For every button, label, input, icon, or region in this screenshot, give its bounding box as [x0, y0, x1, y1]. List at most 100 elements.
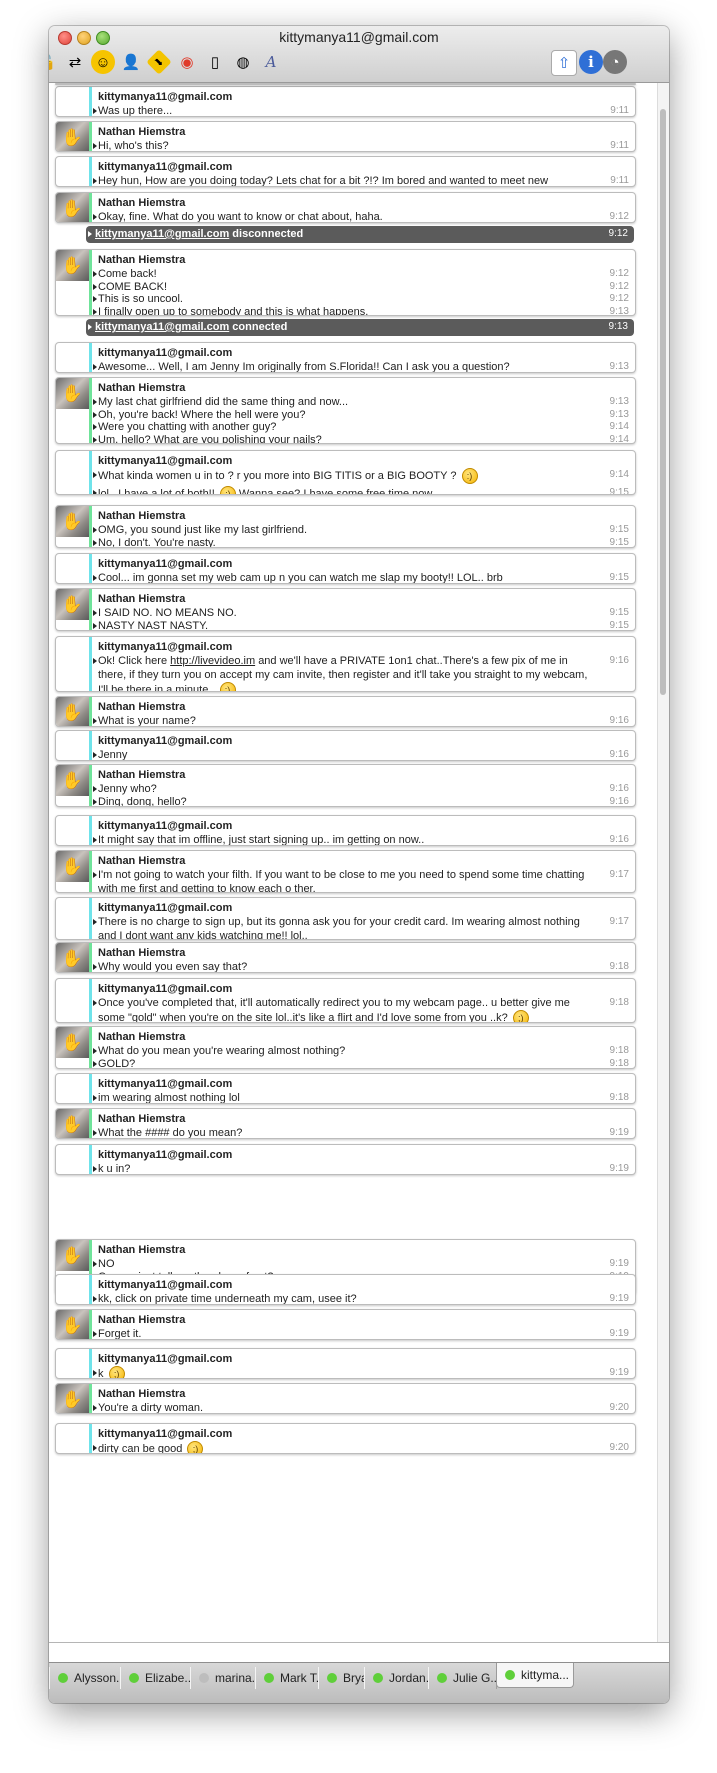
tab-label: kittyma... — [521, 1668, 570, 1682]
sender-name: kittymanya11@gmail.com — [98, 1353, 233, 1365]
message-line: What kinda women u in to ? r you more in… — [93, 468, 629, 484]
status-user-link[interactable]: kittymanya11@gmail.com — [95, 321, 229, 333]
message-line: k u in? 9:19 — [93, 1162, 629, 1174]
info-icon[interactable]: i — [579, 50, 603, 74]
tab-bryan[interactable]: Bryan — [318, 1667, 365, 1689]
message-text-part: Come back! — [98, 268, 157, 280]
tab-julieg[interactable]: Julie G... — [428, 1667, 497, 1689]
message-kitty: kittymanya11@gmail.com dirty can be good … — [55, 1423, 636, 1454]
sender-name: Nathan Hiemstra — [98, 510, 186, 522]
message-link[interactable]: http://livevideo.im — [170, 655, 255, 667]
tab-alysson[interactable]: Alysson... — [49, 1667, 121, 1689]
status-dot-icon — [437, 1673, 447, 1683]
avatar[interactable]: ✋ — [56, 1310, 89, 1339]
tab-label: Elizabe... — [145, 1671, 191, 1685]
direction-sign-icon[interactable]: ➦ — [146, 49, 172, 75]
message-text-part: I finally open up to somebody and this i… — [98, 305, 369, 316]
message-text-part: GOLD? — [98, 1057, 136, 1069]
message-text-part: My last chat girlfriend did the same thi… — [98, 396, 349, 408]
message-timestamp: 9:18 — [609, 1045, 629, 1056]
message-text-part: dirty can be good — [98, 1442, 183, 1454]
signpost-icon[interactable]: ⇄ — [63, 50, 87, 74]
share-upload-icon[interactable]: ⇧ — [551, 50, 577, 76]
sender-name: Nathan Hiemstra — [98, 254, 186, 266]
avatar[interactable]: ✋ — [56, 84, 89, 85]
scrollbar[interactable] — [657, 83, 669, 1680]
message-text: im wearing almost nothing lol — [98, 1091, 629, 1103]
message-line: dirty can be good ;) 9:20 — [93, 1441, 629, 1454]
scrollbar-thumb[interactable] — [660, 109, 666, 695]
block-user-icon[interactable]: 👤 — [119, 50, 143, 74]
message-timestamp: 9:11 — [610, 105, 629, 116]
tab-label: Alysson... — [74, 1671, 121, 1685]
message-kitty: kittymanya11@gmail.com There is no charge… — [55, 897, 636, 940]
message-timestamp: 9:11 — [610, 175, 629, 186]
avatar[interactable]: ✋ — [56, 378, 89, 409]
message-text-part: kk, click on private time underneath my … — [98, 1293, 357, 1305]
message-text-part: COME BACK! — [98, 280, 168, 293]
chrome-icon[interactable]: ◉ — [175, 50, 199, 74]
message-timestamp: 9:17 — [609, 916, 629, 927]
sender-name: kittymanya11@gmail.com — [98, 641, 233, 653]
tab-marina[interactable]: marina... — [190, 1667, 256, 1689]
message-timestamp: 9:15 — [609, 607, 629, 618]
tab-jordan[interactable]: Jordan... — [364, 1667, 429, 1689]
sender-color-bar — [89, 1310, 92, 1339]
activity-icon[interactable]: ◔ — [603, 50, 627, 74]
status-label: connected — [232, 321, 288, 333]
message-timestamp: 9:15 — [609, 619, 629, 631]
smiley-icon[interactable]: ☺ — [91, 50, 115, 74]
message-text-part: It might say that im offline, just start… — [98, 834, 425, 846]
avatar[interactable]: ✋ — [56, 1240, 89, 1271]
wink-emoji-icon: ;) — [512, 1010, 529, 1022]
smile-emoji-icon: :) — [461, 468, 478, 484]
font-icon[interactable]: A — [259, 50, 283, 74]
message-text-part: Hi, who's this? — [98, 140, 169, 152]
avatar[interactable]: ✋ — [56, 1109, 89, 1138]
avatar[interactable]: ✋ — [56, 1384, 89, 1413]
message-text: What kinda women u in to ? r you more in… — [98, 468, 629, 484]
tab-elizabe[interactable]: Elizabe... — [120, 1667, 191, 1689]
sender-name: kittymanya11@gmail.com — [98, 1149, 233, 1161]
avatar[interactable]: ✋ — [56, 193, 89, 222]
sender-name: Nathan Hiemstra — [98, 1314, 186, 1326]
message-timestamp: 9:18 — [609, 961, 629, 972]
message-input[interactable] — [49, 1642, 669, 1663]
color-wheel-icon[interactable]: ◍ — [231, 50, 255, 74]
message-line: Ok! Click here http://livevideo.im and w… — [93, 654, 629, 691]
message-text-part: Hey hun, How are you doing today? Lets c… — [98, 175, 549, 187]
sender-name: kittymanya11@gmail.com — [98, 735, 233, 747]
status-user-link[interactable]: kittymanya11@gmail.com — [95, 228, 229, 240]
message-timestamp: 9:11 — [610, 140, 629, 151]
avatar[interactable]: ✋ — [56, 851, 89, 882]
message-text-part: There is no charge to sign up, but its g… — [98, 916, 580, 940]
message-timestamp: 9:19 — [609, 1163, 629, 1174]
message-line: im wearing almost nothing lol 9:18 — [93, 1091, 629, 1103]
avatar[interactable]: ✋ — [56, 765, 89, 796]
wink-emoji-icon: ;) — [219, 682, 236, 691]
sender-name: Nathan Hiemstra — [98, 1031, 186, 1043]
unlock-icon[interactable]: 🔓 — [49, 50, 59, 74]
avatar[interactable]: ✋ — [56, 589, 89, 620]
avatar[interactable]: ✋ — [56, 506, 89, 537]
avatar[interactable]: ✋ — [56, 250, 89, 281]
tab-markt[interactable]: Mark T... — [255, 1667, 319, 1689]
sender-color-bar — [89, 765, 92, 806]
message-text: k u in? — [98, 1162, 629, 1174]
door-icon[interactable]: ▯ — [203, 50, 227, 74]
status-dot-icon — [199, 1673, 209, 1683]
message-text: You're a dirty woman. — [98, 1401, 629, 1413]
avatar[interactable]: ✋ — [56, 697, 89, 726]
status-text: kittymanya11@gmail.com connected — [95, 321, 287, 333]
status-dot-icon — [129, 1673, 139, 1683]
message-nathan: ✋ Nathan Hiemstra Okay, fine. What do you … — [55, 192, 636, 223]
avatar[interactable]: ✋ — [56, 1027, 89, 1058]
avatar[interactable]: ✋ — [56, 943, 89, 972]
message-text: No, I don't. You're nasty. — [98, 536, 629, 548]
sender-color-bar — [89, 637, 92, 691]
message-line: Jenny 9:16 — [93, 748, 629, 760]
avatar[interactable]: ✋ — [56, 122, 89, 151]
message-text: Jenny — [98, 748, 629, 760]
tab-kittyma[interactable]: kittyma... — [496, 1663, 574, 1688]
message-text: kk, click on private time underneath my … — [98, 1292, 629, 1305]
